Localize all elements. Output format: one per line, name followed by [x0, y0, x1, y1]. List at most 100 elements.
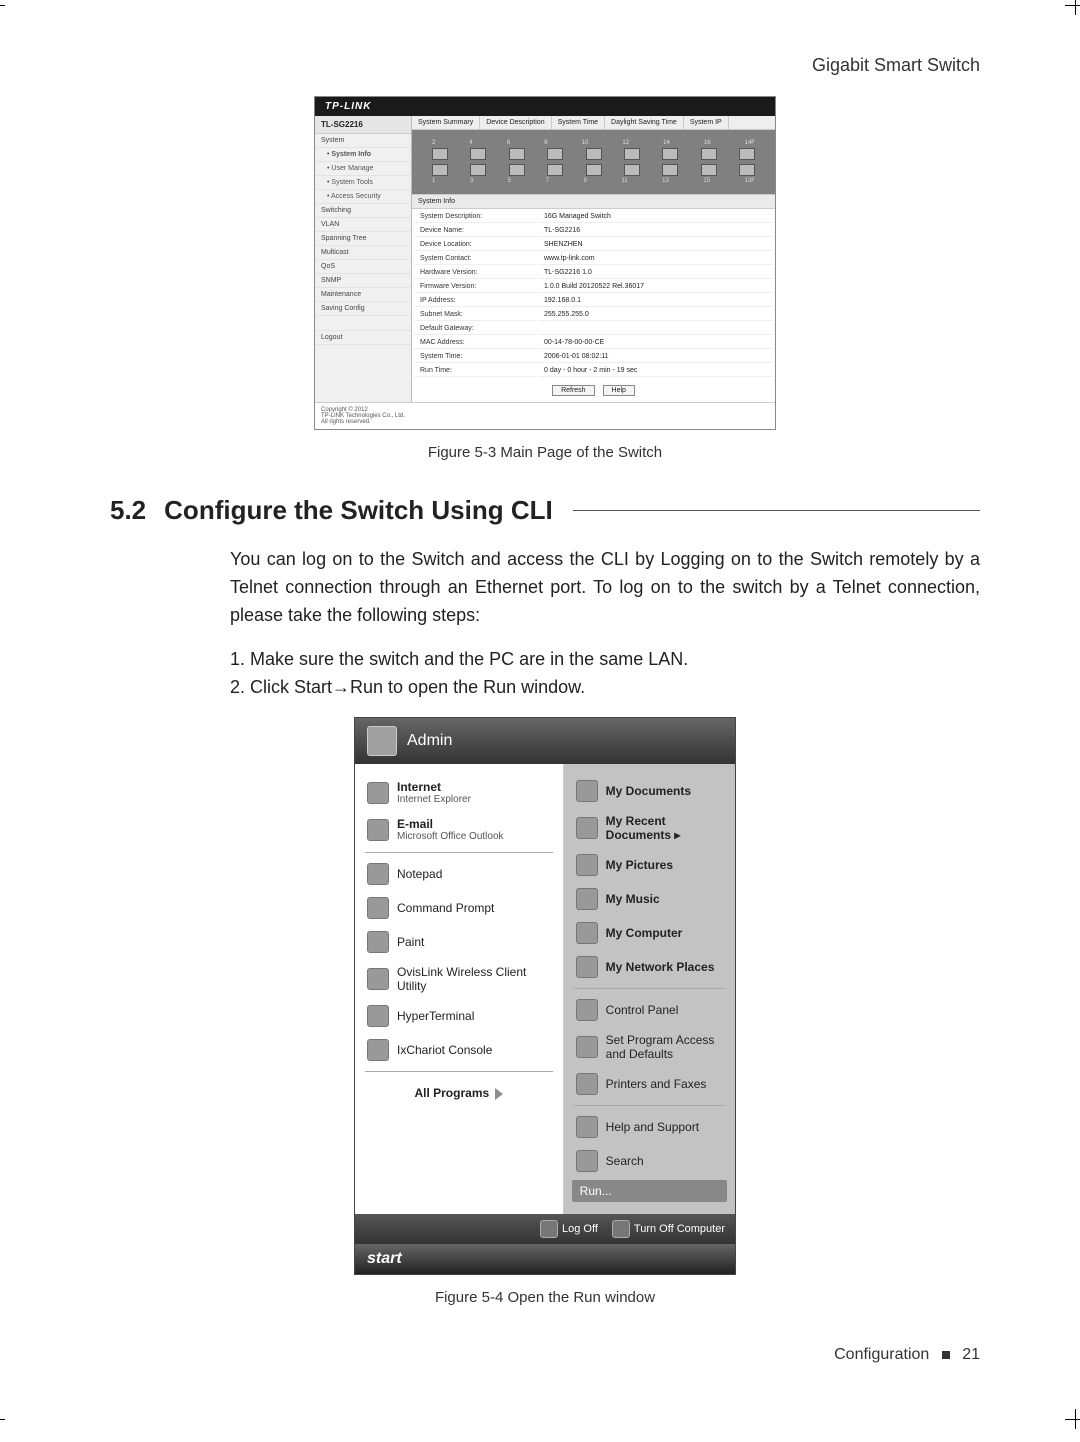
port-icon: [586, 148, 602, 160]
tab[interactable]: System Summary: [412, 116, 480, 129]
sidebar-item[interactable]: QoS: [315, 260, 411, 274]
sidebar-item[interactable]: • System Tools: [315, 176, 411, 190]
port-icon: [470, 164, 486, 176]
separator: [574, 1105, 725, 1106]
logoff-button[interactable]: Log Off: [540, 1220, 598, 1238]
start-item[interactable]: OvisLink Wireless Client Utility: [359, 959, 559, 999]
separator: [574, 988, 725, 989]
power-icon: [612, 1220, 630, 1238]
avatar-icon: [367, 726, 397, 756]
port-icon: [432, 148, 448, 160]
port-icon: [701, 164, 717, 176]
user-name: Admin: [407, 732, 452, 750]
figure-caption-5-4: Figure 5-4 Open the Run window: [110, 1289, 980, 1306]
section-rule: [573, 510, 980, 511]
sidebar-item[interactable]: Maintenance: [315, 288, 411, 302]
start-item[interactable]: My Computer: [568, 916, 731, 950]
start-item[interactable]: My Music: [568, 882, 731, 916]
port-icon: [470, 148, 486, 160]
help-icon: [576, 1116, 598, 1138]
printer-icon: [576, 1073, 598, 1095]
help-button[interactable]: Help: [603, 385, 635, 396]
section-number: 5.2: [110, 495, 146, 526]
computer-icon: [576, 922, 598, 944]
separator: [365, 1071, 553, 1072]
sidebar-item[interactable]: System: [315, 134, 411, 148]
start-item[interactable]: Control Panel: [568, 993, 731, 1027]
paragraph: You can log on to the Switch and access …: [230, 546, 980, 630]
start-item[interactable]: Search: [568, 1144, 731, 1178]
network-icon: [576, 956, 598, 978]
tab[interactable]: Daylight Saving Time: [605, 116, 684, 129]
start-item-internet[interactable]: Internet Internet Explorer: [359, 774, 559, 811]
start-item[interactable]: Help and Support: [568, 1110, 731, 1144]
sidebar-item[interactable]: • System Info: [315, 148, 411, 162]
switch-sidebar: TL-SG2216 System • System Info • User Ma…: [315, 116, 412, 402]
start-item[interactable]: Command Prompt: [359, 891, 559, 925]
separator: [365, 852, 553, 853]
port-icon: [662, 164, 678, 176]
port-icon: [701, 148, 717, 160]
tab[interactable]: Device Description: [480, 116, 551, 129]
port-icon: [586, 164, 602, 176]
start-menu-footer: Log Off Turn Off Computer: [355, 1214, 735, 1244]
start-item[interactable]: Printers and Faxes: [568, 1067, 731, 1101]
hyperterminal-icon: [367, 1005, 389, 1027]
start-item[interactable]: Set Program Access and Defaults: [568, 1027, 731, 1067]
tab-row: System Summary Device Description System…: [412, 116, 775, 130]
sidebar-item[interactable]: VLAN: [315, 218, 411, 232]
all-programs[interactable]: All Programs: [359, 1076, 559, 1106]
port-icon: [509, 148, 525, 160]
port-icon: [624, 164, 640, 176]
switch-main: System Summary Device Description System…: [412, 116, 775, 402]
sidebar-logout[interactable]: Logout: [315, 331, 411, 345]
start-item-run-highlight[interactable]: Run...: [572, 1180, 727, 1202]
sidebar-item[interactable]: Switching: [315, 204, 411, 218]
refresh-button[interactable]: Refresh: [552, 385, 595, 396]
logoff-icon: [540, 1220, 558, 1238]
sidebar-item[interactable]: Saving Config: [315, 302, 411, 316]
folder-icon: [576, 854, 598, 876]
port-icon: [509, 164, 525, 176]
sidebar-item[interactable]: SNMP: [315, 274, 411, 288]
folder-icon: [576, 780, 598, 802]
start-item[interactable]: HyperTerminal: [359, 999, 559, 1033]
start-item[interactable]: Paint: [359, 925, 559, 959]
port-icon: [432, 164, 448, 176]
start-item[interactable]: IxChariot Console: [359, 1033, 559, 1067]
ixchariot-icon: [367, 1039, 389, 1061]
start-item[interactable]: My Pictures: [568, 848, 731, 882]
sidebar-item[interactable]: • Access Security: [315, 190, 411, 204]
start-item-email[interactable]: E-mail Microsoft Office Outlook: [359, 811, 559, 848]
start-item[interactable]: My Recent Documents ▸: [568, 808, 731, 848]
port-icon: [547, 148, 563, 160]
sidebar-item[interactable]: Spanning Tree: [315, 232, 411, 246]
start-right-column: My Documents My Recent Documents ▸ My Pi…: [564, 764, 735, 1214]
sidebar-item[interactable]: • User Manage: [315, 162, 411, 176]
arrow-icon: [495, 1088, 503, 1100]
notepad-icon: [367, 863, 389, 885]
sidebar-item[interactable]: Multicast: [315, 246, 411, 260]
start-item[interactable]: My Network Places: [568, 950, 731, 984]
square-icon: [942, 1351, 950, 1359]
start-item[interactable]: My Documents: [568, 774, 731, 808]
folder-icon: [576, 888, 598, 910]
tab[interactable]: System IP: [684, 116, 729, 129]
start-menu-header: Admin: [355, 718, 735, 764]
start-button[interactable]: start: [355, 1244, 735, 1274]
start-menu-screenshot: Admin Internet Internet Explorer E-mail …: [354, 717, 736, 1275]
port-panel: 2 4 6 8 10 12 14 16 14F: [412, 130, 775, 194]
copyright: Copyright © 2012 TP-LINK Technologies Co…: [315, 402, 775, 429]
start-item[interactable]: Notepad: [359, 857, 559, 891]
port-icon: [739, 148, 755, 160]
model-label: TL-SG2216: [315, 116, 411, 134]
tab[interactable]: System Time: [552, 116, 605, 129]
page-footer: Configuration 21: [110, 1346, 980, 1364]
search-icon: [576, 1150, 598, 1172]
folder-icon: [576, 817, 598, 839]
port-icon: [547, 164, 563, 176]
ie-icon: [367, 782, 389, 804]
turnoff-button[interactable]: Turn Off Computer: [612, 1220, 725, 1238]
wifi-icon: [367, 968, 389, 990]
figure-caption-5-3: Figure 5-3 Main Page of the Switch: [110, 444, 980, 461]
